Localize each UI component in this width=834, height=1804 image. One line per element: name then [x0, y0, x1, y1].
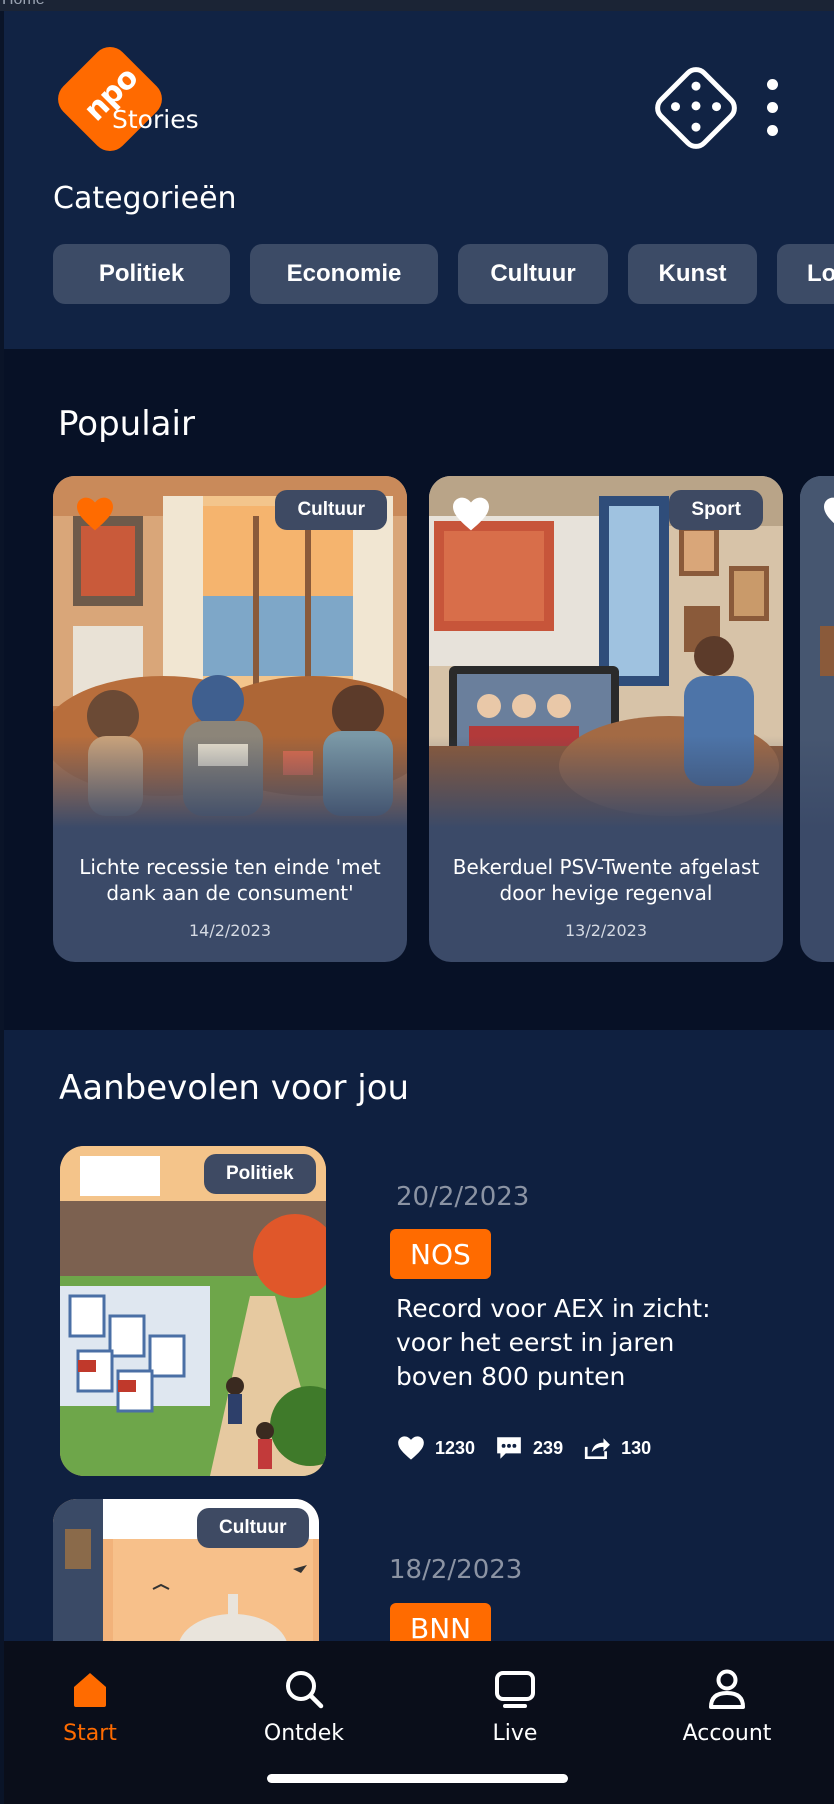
tv-icon [493, 1667, 537, 1711]
share-icon [584, 1438, 611, 1460]
popular-title: Populair [58, 404, 195, 444]
category-tag: Politiek [204, 1154, 316, 1194]
category-chip-politiek[interactable]: Politiek [53, 244, 230, 304]
heart-icon[interactable] [75, 496, 115, 532]
popular-card[interactable]: Cultuur Lichte recessie ten einde 'met d… [53, 476, 407, 962]
home-icon [68, 1667, 112, 1711]
categories-title: Categorieën [53, 181, 237, 216]
source-badge: NOS [390, 1229, 491, 1279]
home-indicator[interactable] [267, 1774, 568, 1783]
heart-icon[interactable] [822, 496, 834, 532]
popular-section: Populair Cultuur Lichte recessie ten ein… [4, 349, 834, 1030]
nav-item-account[interactable]: Account [637, 1667, 817, 1746]
card-title: Lichte recessie ten einde 'met dank aan … [79, 855, 381, 905]
comment-count: 239 [533, 1437, 564, 1458]
article-thumbnail [60, 1146, 326, 1476]
card-title: Bekerduel PSV-Twente afgelast door hevig… [452, 855, 760, 905]
status-strip: Home [0, 0, 834, 11]
article-date: 18/2/2023 [389, 1555, 523, 1585]
logo-stories-text: Stories [112, 105, 199, 134]
share-stat[interactable]: 130 [583, 1435, 651, 1461]
category-chip-kunst[interactable]: Kunst [628, 244, 757, 304]
card-date: 13/2/2023 [564, 921, 648, 940]
nav-label: Start [63, 1721, 117, 1746]
app-screen: npo Stories Categorieën Politiek Economi… [4, 11, 834, 1804]
share-count: 130 [621, 1437, 652, 1458]
npo-stories-logo[interactable]: npo Stories [50, 39, 210, 159]
window-title-fragment: Home [2, 0, 45, 9]
like-count: 1230 [435, 1437, 476, 1458]
nav-item-start[interactable]: Start [4, 1667, 180, 1746]
user-icon [705, 1667, 749, 1711]
recommended-title: Aanbevolen voor jou [59, 1068, 410, 1108]
category-tag: Cultuur [275, 490, 387, 530]
card-image-fade [429, 736, 783, 828]
category-chip-partial[interactable]: Lo [777, 244, 834, 304]
dice-icon[interactable] [649, 61, 743, 155]
nav-label: Live [492, 1721, 538, 1746]
card-image-fade [800, 736, 834, 828]
popular-card[interactable]: Sport Bekerduel PSV-Twente afgelast door… [429, 476, 783, 962]
nav-label: Account [682, 1721, 772, 1746]
recommended-section: Aanbevolen voor jou Politiek 20/2/2023 N… [4, 1030, 834, 1804]
category-tag: Sport [669, 490, 763, 530]
popular-card-partial[interactable] [800, 476, 834, 962]
header: npo Stories Categorieën Politiek Economi… [4, 11, 834, 349]
nav-item-live[interactable]: Live [425, 1667, 605, 1746]
card-image-fade [53, 736, 407, 828]
heart-icon [398, 1436, 424, 1460]
article-date: 20/2/2023 [396, 1182, 530, 1212]
article-stats: 1230 239 130 [397, 1435, 671, 1461]
category-chip-economie[interactable]: Economie [250, 244, 438, 304]
comment-stat[interactable]: 239 [495, 1435, 563, 1461]
search-icon [282, 1667, 326, 1711]
nav-label: Ontdek [263, 1721, 345, 1746]
heart-icon[interactable] [451, 496, 491, 532]
category-tag: Cultuur [197, 1508, 309, 1548]
category-chip-cultuur[interactable]: Cultuur [458, 244, 608, 304]
more-options-icon[interactable] [760, 79, 784, 139]
nav-item-ontdek[interactable]: Ontdek [214, 1667, 394, 1746]
comment-icon [497, 1437, 521, 1459]
card-date: 14/2/2023 [188, 921, 272, 940]
like-stat[interactable]: 1230 [397, 1435, 475, 1461]
article-headline: Record voor AEX in zicht: voor het eerst… [396, 1294, 711, 1391]
